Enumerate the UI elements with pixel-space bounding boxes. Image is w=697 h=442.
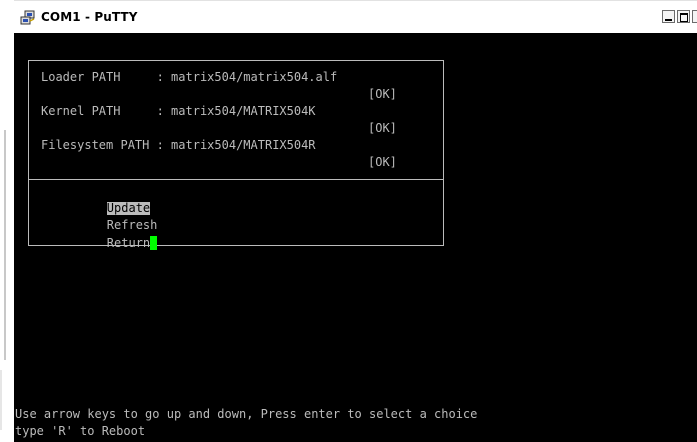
- desktop-background: [0, 0, 14, 442]
- close-button[interactable]: [692, 10, 697, 23]
- terminal-screen[interactable]: Loader PATH : matrix504/matrix504.alf [O…: [14, 33, 697, 442]
- title-bar[interactable]: COM1 - PuTTY: [14, 0, 697, 33]
- loader-path-status: [OK]: [368, 87, 397, 101]
- dialog-divider: [29, 179, 443, 180]
- filesystem-path-line: Filesystem PATH : matrix504/MATRIX504R: [41, 138, 316, 152]
- hint-line-navigation: Use arrow keys to go up and down, Press …: [15, 407, 478, 421]
- putty-window: COM1 - PuTTY Loader PATH : matrix504/mat…: [14, 0, 697, 442]
- maximize-button[interactable]: [677, 10, 690, 23]
- loader-path-line: Loader PATH : matrix504/matrix504.alf: [41, 70, 338, 84]
- text-cursor: [150, 236, 158, 250]
- putty-icon[interactable]: [20, 10, 36, 26]
- window-title: COM1 - PuTTY: [41, 10, 138, 24]
- menu-item-return[interactable]: Return: [107, 237, 150, 250]
- desktop-edge: [4, 130, 6, 360]
- menu-return-row[interactable]: Return: [49, 223, 158, 263]
- boot-config-dialog: Loader PATH : matrix504/matrix504.alf [O…: [28, 60, 444, 250]
- kernel-path-status: [OK]: [368, 121, 397, 135]
- kernel-path-line: Kernel PATH : matrix504/MATRIX504K: [41, 104, 316, 118]
- minimize-button[interactable]: [662, 10, 675, 23]
- hint-line-reboot: type 'R' to Reboot: [15, 424, 146, 438]
- desktop-edge: [0, 370, 2, 430]
- filesystem-path-status: [OK]: [368, 155, 397, 169]
